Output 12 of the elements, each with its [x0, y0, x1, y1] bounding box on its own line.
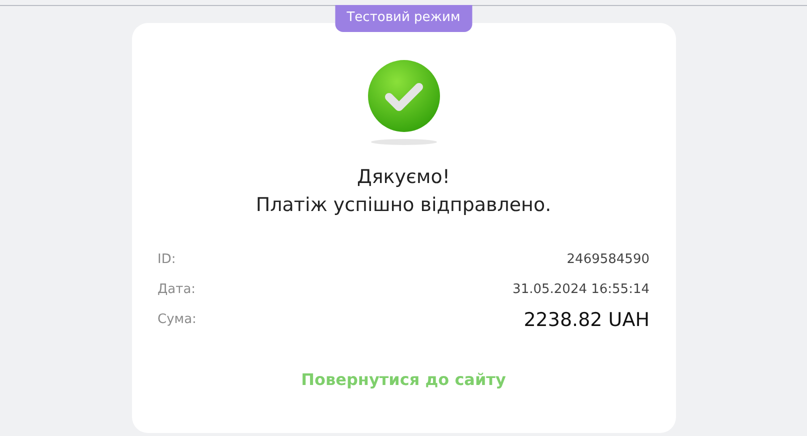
detail-label: Сума: [158, 311, 196, 330]
detail-value: 2469584590 [566, 251, 650, 270]
return-to-site-link[interactable]: Повернутися до сайту [295, 367, 512, 393]
detail-label: Дата: [158, 281, 196, 300]
detail-label: ID: [158, 251, 176, 270]
amount-value: 2238.82 UAH [524, 308, 650, 333]
title-text: Платіж успішно відправлено. [254, 193, 552, 218]
shadow-icon [370, 139, 436, 145]
checkmark-icon [366, 59, 440, 133]
title-text: Дякуємо! [356, 165, 451, 190]
test-mode-badge: Тестовий режим [334, 5, 472, 32]
detail-value: 31.05.2024 16:55:14 [512, 281, 650, 300]
